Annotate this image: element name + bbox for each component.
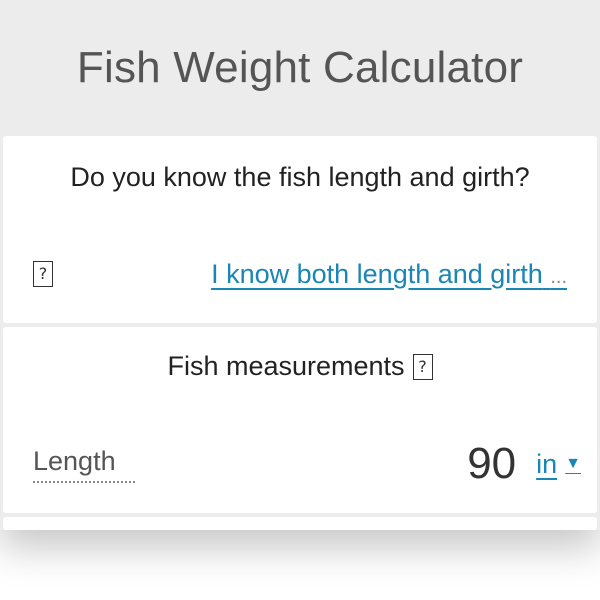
measurements-info-icon[interactable]: ?: [412, 353, 433, 380]
answer-row: ? I know both length and girth ...: [33, 254, 567, 294]
knowledge-select-value: I know both length and girth: [211, 258, 543, 289]
card-knowledge-question: Do you know the fish length and girth? ?…: [3, 136, 597, 323]
card-fish-measurements: Fish measurements ? Length 90 in ▼: [3, 327, 597, 513]
fish-measurements-title: Fish measurements: [167, 351, 405, 381]
length-unit-value: in: [536, 448, 558, 479]
length-row: Length 90 in ▼: [33, 439, 581, 489]
length-input[interactable]: 90: [467, 439, 516, 489]
length-label[interactable]: Length: [33, 446, 135, 483]
card-next-section: [3, 517, 597, 530]
length-girth-question: Do you know the fish length and girth?: [70, 162, 530, 192]
overflow-ellipsis: ...: [550, 265, 567, 288]
calculator-widget: Fish Weight Calculator Do you know the f…: [0, 0, 600, 530]
info-icon[interactable]: ?: [33, 261, 53, 287]
length-unit-select[interactable]: in ▼: [536, 449, 581, 480]
fish-measurements-heading: Fish measurements ?: [3, 351, 597, 382]
chevron-down-icon: ▼: [565, 455, 581, 472]
calculator-title: Fish Weight Calculator: [76, 43, 524, 92]
knowledge-select[interactable]: I know both length and girth ...: [211, 259, 567, 290]
page: Fish Weight Calculator Do you know the f…: [0, 0, 600, 600]
